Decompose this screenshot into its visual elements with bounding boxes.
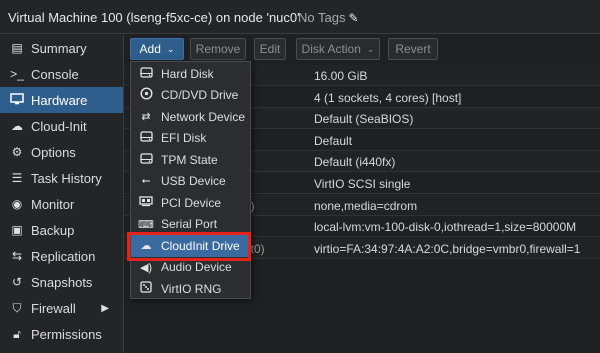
eye-icon: ◉ <box>11 197 23 211</box>
retweet-icon: ⇆ <box>11 249 23 263</box>
sidebar-item-console[interactable]: >_ Console <box>0 61 123 87</box>
sidebar-item-label: Console <box>31 66 79 82</box>
sidebar-item-hardware[interactable]: Hardware <box>0 87 123 113</box>
row-value: virtio=FA:34:97:4A:A2:0C,bridge=vmbr0,fi… <box>314 241 581 256</box>
exchange-icon: ⇄ <box>141 111 151 124</box>
menu-item-label: Audio Device <box>161 260 232 275</box>
sidebar-item-backup[interactable]: ▣ Backup <box>0 217 123 243</box>
menu-item-label: EFI Disk <box>161 131 207 146</box>
menu-item-efi-disk[interactable]: EFI Disk <box>131 128 250 150</box>
keyboard-icon: ⌨ <box>138 218 154 231</box>
row-value: Default (SeaBIOS) <box>314 112 414 127</box>
sidebar-item-options[interactable]: ⚙ Options <box>0 139 123 165</box>
tags-label: No Tags <box>298 10 346 25</box>
menu-item-label: CD/DVD Drive <box>161 88 239 103</box>
row-value: Default (i440fx) <box>314 155 396 170</box>
hdd-icon <box>135 131 157 145</box>
revert-button-label: Revert <box>395 42 431 56</box>
sidebar-item-label: Cloud-Init <box>31 118 87 134</box>
annotation-highlight-box <box>127 232 251 261</box>
tags[interactable]: No Tags ✎ <box>298 10 359 25</box>
summary-icon: ▤ <box>11 41 23 55</box>
menu-item-virtio-rng[interactable]: VirtIO RNG <box>131 278 250 300</box>
row-value: none,media=cdrom <box>314 198 418 213</box>
pci-icon <box>135 196 157 210</box>
menu-item-usb-device[interactable]: ⭠ USB Device <box>131 171 250 193</box>
gear-icon: ⚙ <box>11 145 23 159</box>
edit-button[interactable]: Edit <box>254 38 286 60</box>
monitor-icon <box>6 92 28 108</box>
remove-button-label: Remove <box>195 42 241 56</box>
speaker-icon: ◀) <box>139 261 153 274</box>
sidebar-item-label: Hardware <box>31 92 88 108</box>
sidebar-item-label: Monitor <box>31 196 75 212</box>
usb-icon: ⭠ <box>141 174 151 187</box>
disk-action-label: Disk Action <box>301 42 361 56</box>
expand-arrow-icon[interactable]: ▶ <box>101 303 109 314</box>
add-button[interactable]: Add ⌄ <box>130 38 184 60</box>
menu-item-label: Serial Port <box>161 217 218 232</box>
sidebar-item-label: Replication <box>31 248 96 264</box>
sidebar: ▤ Summary >_ Console Hardware ☁ Cloud-Init … <box>0 35 124 353</box>
sidebar-item-firewall[interactable]: ⛉ Firewall ▶ <box>0 295 123 321</box>
sidebar-item-label: Task History <box>31 170 102 186</box>
menu-item-label: Hard Disk <box>161 66 214 81</box>
disk-action-button[interactable]: Disk Action ⌄ <box>296 38 380 60</box>
revert-button[interactable]: Revert <box>388 38 438 60</box>
menu-item-label: TPM State <box>161 152 218 167</box>
menu-item-label: Network Device <box>161 109 246 124</box>
toolbar: Add ⌄ Remove Edit Disk Action ⌄ Revert <box>124 35 600 63</box>
sidebar-item-snapshots[interactable]: ↺ Snapshots <box>0 269 123 295</box>
sidebar-item-label: Firewall <box>31 300 76 316</box>
row-value: VirtIO SCSI single <box>314 177 411 191</box>
sidebar-item-label: Summary <box>31 40 87 56</box>
menu-item-tpm-state[interactable]: TPM State <box>131 149 250 171</box>
sidebar-item-label: Options <box>31 144 76 160</box>
menu-item-cd-dvd-drive[interactable]: CD/DVD Drive <box>131 85 250 107</box>
edit-button-label: Edit <box>259 42 281 56</box>
menu-item-pci-device[interactable]: PCI Device <box>131 192 250 214</box>
menu-item-network-device[interactable]: ⇄ Network Device <box>131 106 250 128</box>
title-bar: Virtual Machine 100 (lseng-f5xc-ce) on n… <box>0 0 600 34</box>
sidebar-item-cloud-init[interactable]: ☁ Cloud-Init <box>0 113 123 139</box>
sidebar-item-monitor[interactable]: ◉ Monitor <box>0 191 123 217</box>
hdd-icon <box>135 153 157 167</box>
row-value: 16.00 GiB <box>314 69 368 83</box>
remove-button[interactable]: Remove <box>190 38 246 60</box>
sidebar-item-label: Snapshots <box>31 274 93 290</box>
chevron-down-icon: ⌄ <box>366 43 375 54</box>
menu-item-label: VirtIO RNG <box>161 281 222 296</box>
sidebar-item-replication[interactable]: ⇆ Replication <box>0 243 123 269</box>
vm-title: Virtual Machine 100 (lseng-f5xc-ce) on n… <box>8 10 300 25</box>
dice-icon <box>135 281 157 296</box>
menu-item-label: USB Device <box>161 174 226 189</box>
add-menu: Hard Disk CD/DVD Drive ⇄ Network Device E… <box>130 61 251 299</box>
cloud-icon: ☁ <box>11 119 23 133</box>
sidebar-item-label: Permissions <box>31 326 102 342</box>
chevron-down-icon: ⌄ <box>166 43 175 54</box>
row-value: local-lvm:vm-100-disk-0,iothread=1,size=… <box>314 220 577 235</box>
hdd-icon <box>135 67 157 81</box>
cdrom-icon <box>135 87 157 103</box>
sidebar-item-task-history[interactable]: ☰ Task History <box>0 165 123 191</box>
unlock-icon: 🔓︎ <box>13 326 21 341</box>
menu-item-hard-disk[interactable]: Hard Disk <box>131 63 250 85</box>
add-button-label: Add <box>139 42 161 56</box>
list-icon: ☰ <box>11 171 23 185</box>
sidebar-item-summary[interactable]: ▤ Summary <box>0 35 123 61</box>
console-icon: >_ <box>10 67 24 81</box>
history-icon: ↺ <box>11 275 23 289</box>
save-icon: ▣ <box>11 223 23 237</box>
sidebar-item-permissions[interactable]: 🔓︎ Permissions <box>0 321 123 347</box>
row-value: 4 (1 sockets, 4 cores) [host] <box>314 90 462 105</box>
row-value: Default <box>314 133 353 148</box>
shield-icon: ⛉ <box>12 300 22 315</box>
pencil-icon[interactable]: ✎ <box>348 11 358 25</box>
sidebar-item-label: Backup <box>31 222 75 238</box>
menu-item-label: PCI Device <box>161 195 222 210</box>
